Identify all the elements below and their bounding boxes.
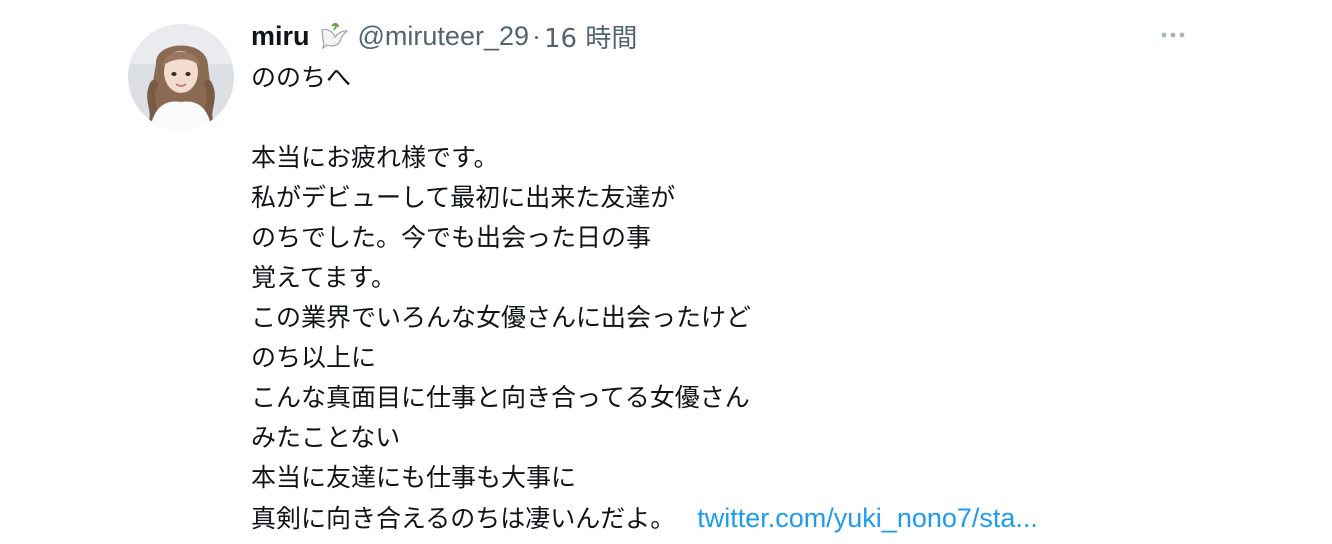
timestamp[interactable]: 16 時間: [544, 18, 637, 55]
tweet-line: 真剣に向き合えるのちは凄いんだよ。: [251, 504, 676, 533]
more-options-icon[interactable]: [1156, 24, 1190, 46]
tweet-line: 本当に友達にも仕事も大事に: [251, 463, 577, 492]
tweet-line: みたことない: [251, 423, 401, 452]
display-name[interactable]: miru: [251, 21, 310, 52]
tweet-text: ののちへ 本当にお疲れ様です。 私がデビューして最初に出来た友達が のちでした。…: [251, 58, 1038, 538]
tweet-line: ののちへ: [251, 63, 352, 92]
tweet-line-last: 真剣に向き合えるのちは凄いんだよ。 twitter.com/yuki_nono7/…: [251, 498, 1038, 538]
tweet-line: のち以上に: [251, 343, 377, 372]
avatar-image: [128, 24, 234, 130]
tweet-line: こんな真面目に仕事と向き合ってる女優さん: [251, 383, 750, 412]
tweet-header: miru @miruteer_29 · 16 時間: [251, 16, 637, 56]
user-handle[interactable]: @miruteer_29: [358, 21, 529, 52]
dove-icon: [318, 20, 350, 52]
avatar[interactable]: [128, 24, 234, 130]
tweet: miru @miruteer_29 · 16 時間 ののちへ 本当にお疲れ様です…: [0, 0, 1332, 544]
tweet-link[interactable]: twitter.com/yuki_nono7/sta...: [697, 503, 1038, 533]
tweet-line: 私がデビューして最初に出来た友達が: [251, 183, 676, 212]
tweet-line: 本当にお疲れ様です。: [251, 143, 499, 172]
tweet-line: 覚えてます。: [251, 263, 397, 292]
tweet-line: のちでした。今でも出会った日の事: [251, 223, 652, 252]
tweet-line: この業界でいろんな女優さんに出会ったけど: [251, 303, 752, 332]
separator-dot: ·: [532, 20, 541, 51]
